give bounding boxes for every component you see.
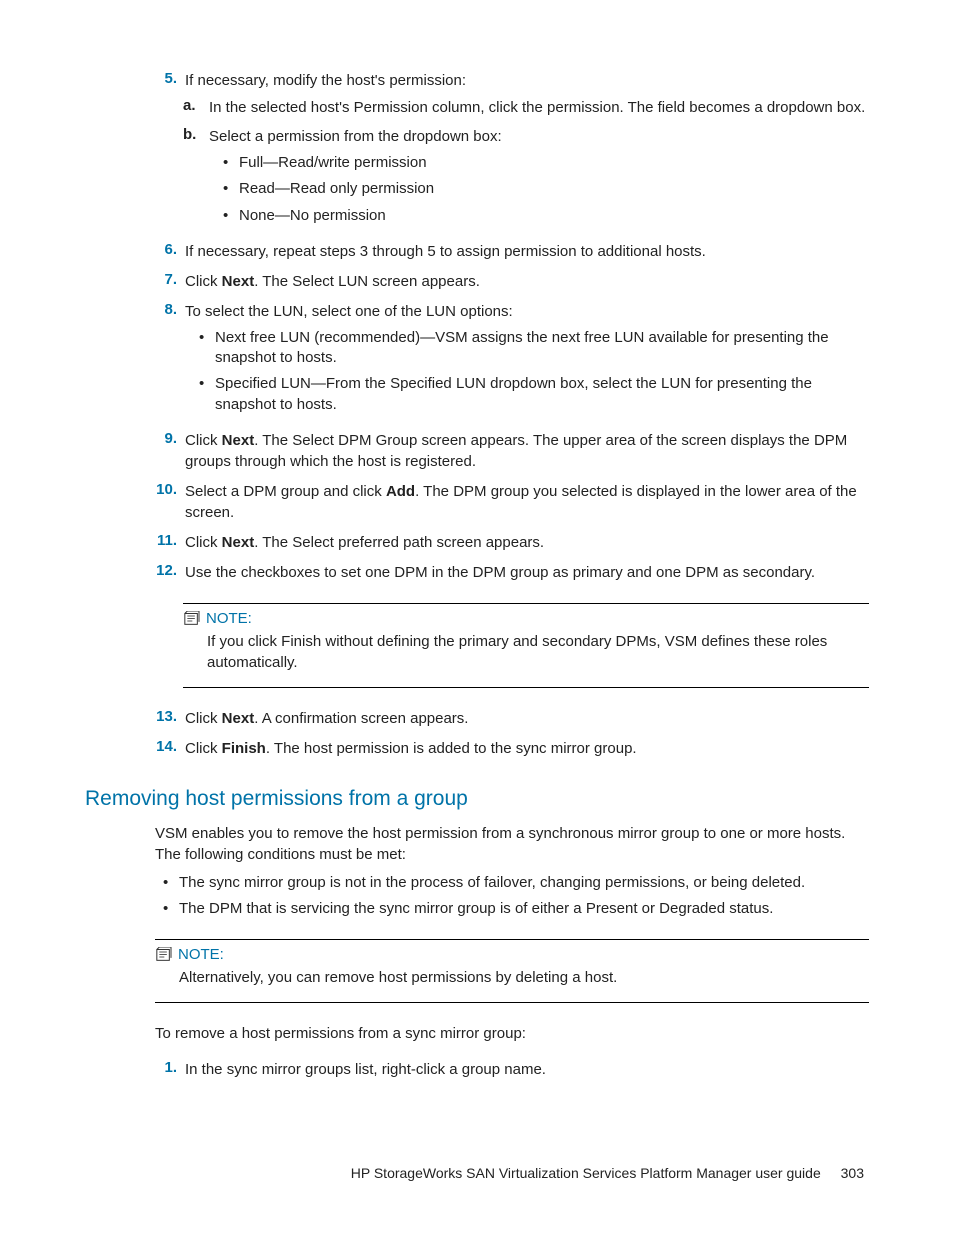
substep-text: In the selected host's Permission column…	[209, 97, 869, 118]
option-full: Full—Read/write permission	[239, 153, 869, 173]
step-number: 8.	[155, 301, 177, 421]
step-5a: a. In the selected host's Permission col…	[183, 97, 869, 118]
step-text: Click Next. A confirmation screen appear…	[185, 708, 869, 729]
step-number: 7.	[155, 271, 177, 292]
substep-number: b.	[183, 126, 201, 232]
note-text: If you click Finish without defining the…	[207, 631, 869, 673]
step-number: 11.	[155, 532, 177, 553]
step-text: If necessary, modify the host's permissi…	[185, 70, 869, 91]
document-page: 5. If necessary, modify the host's permi…	[0, 0, 954, 1235]
option-read: Read—Read only permission	[239, 179, 869, 199]
note-label: NOTE:	[206, 610, 252, 627]
step-text: Click Next. The Select LUN screen appear…	[185, 271, 869, 292]
page-footer: HP StorageWorks SAN Virtualization Servi…	[351, 1165, 864, 1181]
step-number: 10.	[155, 481, 177, 523]
step-text: Click Finish. The host permission is add…	[185, 738, 869, 759]
substep-number: a.	[183, 97, 201, 118]
step-number: 14.	[155, 738, 177, 759]
note-label: NOTE:	[178, 946, 224, 963]
section-intro: VSM enables you to remove the host permi…	[155, 823, 869, 865]
ordered-steps: 5. If necessary, modify the host's permi…	[155, 70, 869, 583]
step-number: 6.	[155, 241, 177, 262]
step-text: Click Next. The Select DPM Group screen …	[185, 430, 869, 472]
remove-step-1: 1. In the sync mirror groups list, right…	[155, 1059, 869, 1080]
note-block-2: NOTE: Alternatively, you can remove host…	[155, 939, 869, 1003]
condition-2: The DPM that is servicing the sync mirro…	[179, 899, 869, 919]
step-number: 5.	[155, 70, 177, 91]
option-none: None—No permission	[239, 206, 869, 226]
step-number: 13.	[155, 708, 177, 729]
step-12: 12. Use the checkboxes to set one DPM in…	[155, 562, 869, 583]
step-text: Use the checkboxes to set one DPM in the…	[185, 562, 869, 583]
ordered-steps-continued: 13. Click Next. A confirmation screen ap…	[155, 708, 869, 759]
step-number: 9.	[155, 430, 177, 472]
page-number: 303	[841, 1165, 864, 1181]
footer-title: HP StorageWorks SAN Virtualization Servi…	[351, 1165, 821, 1181]
note-header: NOTE:	[183, 610, 869, 627]
note-icon	[155, 947, 172, 962]
condition-list: The sync mirror group is not in the proc…	[155, 873, 869, 920]
substep-text: Select a permission from the dropdown bo…	[209, 128, 502, 145]
step-text-wrap: To select the LUN, select one of the LUN…	[185, 301, 869, 421]
remove-lead: To remove a host permissions from a sync…	[155, 1023, 869, 1044]
step-5: 5. If necessary, modify the host's permi…	[155, 70, 869, 91]
step-text: Click Next. The Select preferred path sc…	[185, 532, 869, 553]
step-9: 9. Click Next. The Select DPM Group scre…	[155, 430, 869, 472]
note-header: NOTE:	[155, 946, 869, 963]
step-14: 14. Click Finish. The host permission is…	[155, 738, 869, 759]
step-13: 13. Click Next. A confirmation screen ap…	[155, 708, 869, 729]
step-7: 7. Click Next. The Select LUN screen app…	[155, 271, 869, 292]
note-icon	[183, 611, 200, 626]
lun-options: Next free LUN (recommended)—VSM assigns …	[185, 328, 869, 415]
step-10: 10. Select a DPM group and click Add. Th…	[155, 481, 869, 523]
permission-options: Full—Read/write permission Read—Read onl…	[209, 153, 869, 226]
section-heading-removing: Removing host permissions from a group	[85, 787, 869, 811]
step-number: 12.	[155, 562, 177, 583]
step-8: 8. To select the LUN, select one of the …	[155, 301, 869, 421]
content-body: 5. If necessary, modify the host's permi…	[155, 70, 869, 1080]
step-text: If necessary, repeat steps 3 through 5 t…	[185, 241, 869, 262]
step-6: 6. If necessary, repeat steps 3 through …	[155, 241, 869, 262]
step-5b: b. Select a permission from the dropdown…	[183, 126, 869, 232]
step-text: To select the LUN, select one of the LUN…	[185, 303, 513, 320]
step-text: Select a DPM group and click Add. The DP…	[185, 481, 869, 523]
condition-1: The sync mirror group is not in the proc…	[179, 873, 869, 893]
remove-steps: 1. In the sync mirror groups list, right…	[155, 1059, 869, 1080]
note-block-1: NOTE: If you click Finish without defini…	[183, 603, 869, 688]
lun-option-next-free: Next free LUN (recommended)—VSM assigns …	[215, 328, 869, 369]
step-text: In the sync mirror groups list, right-cl…	[185, 1059, 869, 1080]
lun-option-specified: Specified LUN—From the Specified LUN dro…	[215, 374, 869, 415]
step-number: 1.	[155, 1059, 177, 1080]
substeps: a. In the selected host's Permission col…	[155, 97, 869, 232]
step-11: 11. Click Next. The Select preferred pat…	[155, 532, 869, 553]
note-text: Alternatively, you can remove host permi…	[179, 967, 869, 988]
substep-text-wrap: Select a permission from the dropdown bo…	[209, 126, 869, 232]
